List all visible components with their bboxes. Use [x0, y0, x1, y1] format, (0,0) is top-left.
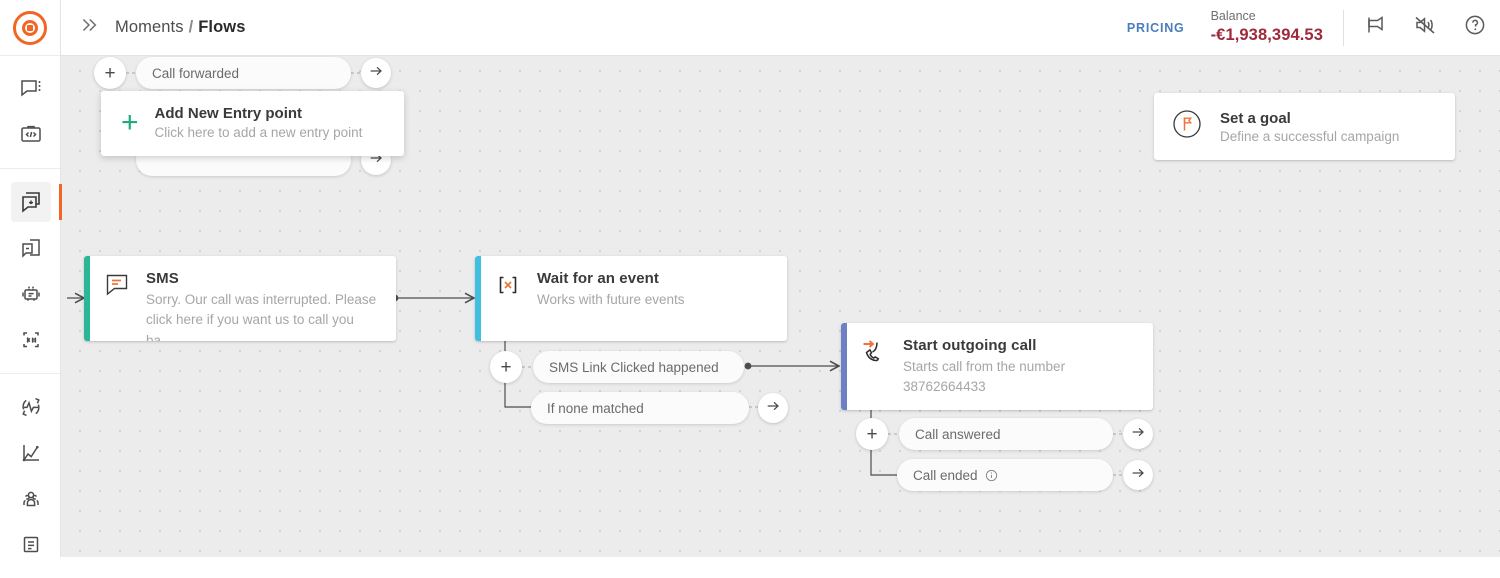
branch-label: SMS Link Clicked happened [549, 360, 719, 375]
node-sms[interactable]: SMS Sorry. Our call was interrupted. Ple… [84, 256, 396, 341]
sidebar-item-developer[interactable] [0, 112, 61, 158]
add-branch-plus-button-call[interactable]: + [856, 418, 888, 450]
arrow-right-icon [368, 63, 384, 84]
branch-call-answered[interactable]: Call answered [899, 418, 1113, 450]
announcements-button[interactable] [1350, 0, 1400, 56]
entry-pill-label: Call forwarded [152, 66, 239, 81]
announcements-megaphone-icon [1363, 13, 1387, 42]
active-indicator [59, 184, 62, 220]
code-suitcase-icon [19, 123, 43, 147]
branch-sms-link-clicked[interactable]: SMS Link Clicked happened [533, 351, 744, 383]
entry-open-arrow-button[interactable] [361, 58, 391, 88]
add-new-entry-point-panel[interactable]: + Add New Entry point Click here to add … [101, 91, 404, 156]
arrow-right-icon [1130, 424, 1146, 445]
goal-card-title: Set a goal [1220, 110, 1399, 127]
mute-button[interactable] [1400, 0, 1450, 56]
chat-bubble-icon [19, 77, 43, 101]
document-icon [19, 533, 43, 557]
collapse-sidebar-button[interactable] [61, 0, 115, 56]
outgoing-call-icon [861, 337, 889, 396]
sidebar-item-moments[interactable] [0, 179, 61, 225]
left-navigation-rail [0, 0, 61, 557]
branch-if-none-matched[interactable]: If none matched [531, 392, 749, 424]
node-wait-title: Wait for an event [537, 270, 685, 287]
sidebar-item-keywords[interactable] [0, 317, 61, 363]
rail-group-2 [0, 169, 60, 374]
node-call-subtitle: Starts call from the number [903, 357, 1065, 377]
people-icon [19, 487, 43, 511]
sms-message-icon [104, 270, 132, 327]
help-question-icon [1463, 13, 1487, 42]
branch-label: Call answered [915, 427, 1001, 442]
sidebar-item-broadcast[interactable] [0, 225, 61, 271]
breadcrumb: Moments / Flows [115, 18, 246, 37]
infobip-logo-icon [13, 11, 47, 45]
sidebar-item-people[interactable] [0, 476, 61, 522]
branch-call-ended[interactable]: Call ended [897, 459, 1113, 491]
rail-group-3 [0, 374, 60, 578]
plus-icon: + [866, 425, 877, 444]
node-sms-subtitle: Sorry. Our call was interrupted. Please … [146, 290, 380, 341]
node-wait-subtitle: Works with future events [537, 290, 685, 310]
app-logo[interactable] [0, 0, 60, 56]
balance-value: -€1,938,394.53 [1211, 25, 1323, 46]
node-call-title: Start outgoing call [903, 337, 1065, 354]
node-sms-title: SMS [146, 270, 380, 287]
branch-label: If none matched [547, 401, 644, 416]
set-a-goal-card[interactable]: Set a goal Define a successful campaign [1154, 93, 1455, 160]
add-entry-point-plus-button[interactable]: + [94, 57, 126, 89]
entry-panel-title: Add New Entry point [155, 105, 363, 122]
balance-display: Balance -€1,938,394.53 [1203, 9, 1337, 45]
mute-speaker-icon [1413, 13, 1437, 42]
breadcrumb-current: Flows [198, 18, 245, 37]
entry-panel-subtitle: Click here to add a new entry point [155, 125, 363, 140]
top-bar-right: PRICING Balance -€1,938,394.53 [1109, 0, 1500, 56]
line-chart-icon [19, 441, 43, 465]
sidebar-item-conversations[interactable] [0, 66, 61, 112]
branch-if-none-matched-arrow-button[interactable] [758, 393, 788, 423]
sidebar-item-analyze[interactable] [0, 430, 61, 476]
top-bar: Moments / Flows PRICING Balance -€1,938,… [61, 0, 1500, 56]
flag-goal-icon [1170, 107, 1204, 146]
node-start-outgoing-call[interactable]: Start outgoing call Starts call from the… [841, 323, 1153, 410]
help-button[interactable] [1450, 0, 1500, 56]
breadcrumb-root[interactable]: Moments [115, 18, 184, 37]
toolbar-divider [1343, 10, 1344, 46]
flows-stacked-chat-icon [19, 190, 43, 214]
arrow-right-icon [1130, 465, 1146, 486]
goal-card-subtitle: Define a successful campaign [1220, 129, 1399, 144]
branch-call-ended-arrow-button[interactable] [1123, 460, 1153, 490]
sidebar-item-documents[interactable] [0, 522, 61, 568]
flow-canvas[interactable]: + Call forwarded + Add New Entry point C… [61, 56, 1500, 557]
branch-call-answered-arrow-button[interactable] [1123, 419, 1153, 449]
node-wait-for-event[interactable]: Wait for an event Works with future even… [475, 256, 787, 341]
sidebar-item-exchange[interactable] [0, 384, 61, 430]
rail-group-1 [0, 56, 60, 169]
chevrons-right-icon [77, 14, 99, 41]
entry-pill-call-forwarded[interactable]: Call forwarded [136, 57, 351, 89]
arrow-right-icon [765, 398, 781, 419]
add-branch-plus-button-wait[interactable]: + [490, 351, 522, 383]
plus-icon: + [104, 64, 115, 83]
pulse-compass-icon [19, 395, 43, 419]
branch-label: Call ended [913, 468, 978, 483]
sidebar-item-answers[interactable] [0, 271, 61, 317]
wait-event-icon [495, 270, 523, 327]
balance-label: Balance [1211, 9, 1323, 25]
pricing-link[interactable]: PRICING [1109, 21, 1203, 35]
broadcast-pages-icon [19, 236, 43, 260]
breadcrumb-separator: / [189, 18, 194, 37]
plus-icon: + [500, 358, 511, 377]
info-icon[interactable] [985, 469, 998, 482]
star-hash-icon [19, 328, 43, 352]
node-call-number: 38762664433 [903, 377, 1065, 397]
plus-icon: + [121, 108, 139, 138]
robot-icon [19, 282, 43, 306]
